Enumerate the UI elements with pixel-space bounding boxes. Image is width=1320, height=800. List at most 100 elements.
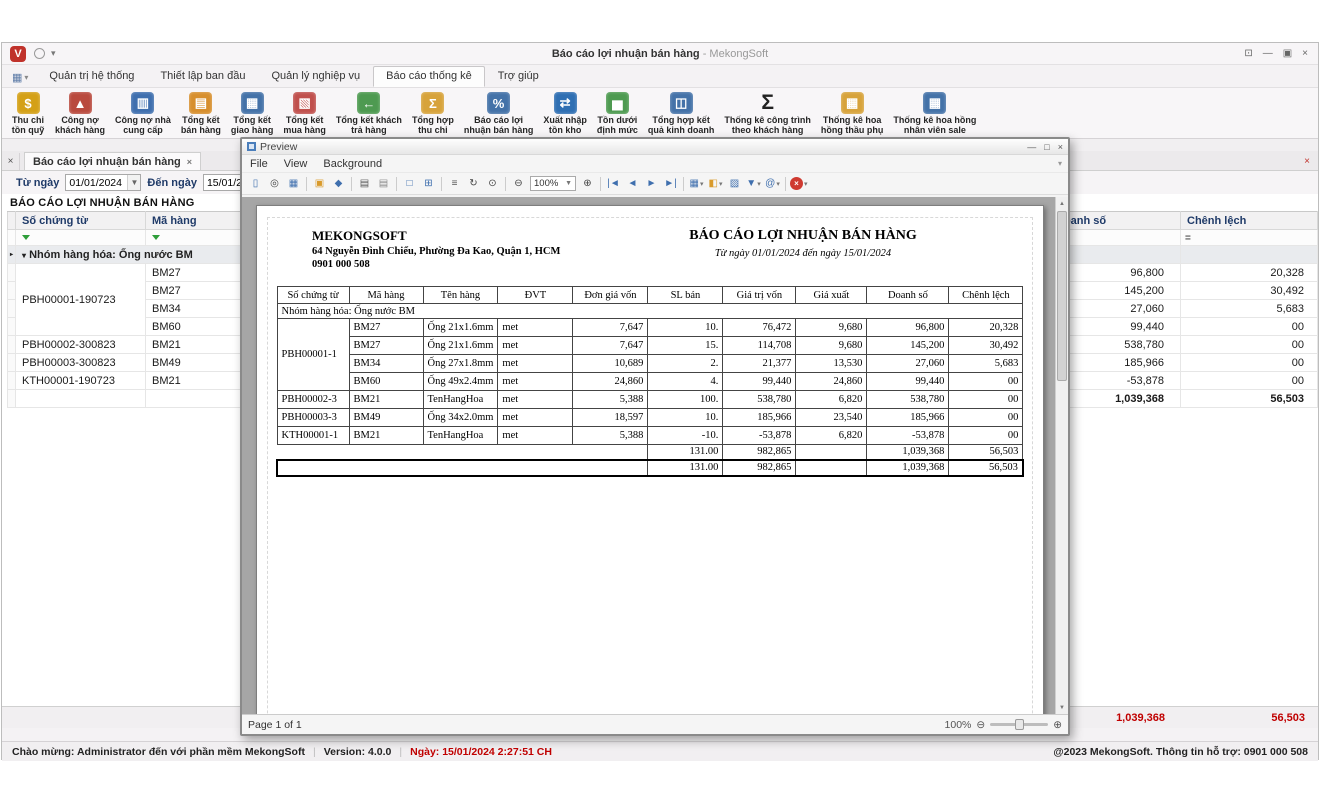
cell-so-chung-tu[interactable]: PBH00003-300823: [16, 354, 146, 372]
customize-button[interactable]: ▦: [285, 175, 302, 192]
tab-tro-giup[interactable]: Trợ giúp: [485, 66, 552, 87]
close-all-tabs-icon[interactable]: ×: [2, 153, 20, 170]
previous-page-button[interactable]: ◄: [624, 175, 641, 192]
table-row[interactable]: 96,80020,328: [1028, 264, 1318, 282]
filter-funnel-icon[interactable]: [22, 235, 30, 240]
income-expense-button[interactable]: ΣTổng hợp thu chi: [407, 91, 459, 137]
sales-summary-button[interactable]: ▤Tổng kết bán hàng: [176, 91, 226, 137]
page-setup-button[interactable]: □: [401, 175, 418, 192]
tab-quan-ly-nghiep-vu[interactable]: Quản lý nghiệp vụ: [258, 66, 373, 87]
cell-chenh-lech[interactable]: 00: [1181, 372, 1318, 390]
zoom-in-icon[interactable]: ⊕: [1053, 719, 1062, 731]
table-row[interactable]: PBH00003-300823BM49: [8, 354, 244, 372]
print-button[interactable]: ▤: [356, 175, 373, 192]
table-row[interactable]: KTH00001-190723BM21: [8, 372, 244, 390]
group-row[interactable]: [1028, 246, 1318, 264]
cell-chenh-lech[interactable]: 00: [1181, 354, 1318, 372]
from-date-input[interactable]: [66, 177, 127, 189]
cell-chenh-lech[interactable]: 00: [1181, 318, 1318, 336]
close-preview-button[interactable]: ×▾: [790, 175, 808, 192]
scale-button[interactable]: ⊞: [420, 175, 437, 192]
zoom-combo[interactable]: 100%▼: [530, 176, 576, 191]
delivery-summary-button[interactable]: ▦Tổng kết giao hàng: [226, 91, 279, 137]
table-row[interactable]: 145,20030,492: [1028, 282, 1318, 300]
cell-chenh-lech[interactable]: 20,328: [1181, 264, 1318, 282]
cell-ma-hang[interactable]: BM34: [146, 300, 244, 318]
watermark-button[interactable]: ▨: [726, 175, 743, 192]
close-tab-icon[interactable]: ×: [187, 157, 192, 167]
coins-button[interactable]: $Thu chi tồn quỹ: [6, 91, 50, 137]
group-row[interactable]: ▸▾ Nhóm hàng hóa: Ống nước BM: [8, 246, 244, 264]
zoom-slider[interactable]: [990, 723, 1048, 726]
zoom-in-button[interactable]: ⊕: [579, 175, 596, 192]
cell-ma-hang[interactable]: BM21: [146, 336, 244, 354]
table-row[interactable]: 27,0605,683: [1028, 300, 1318, 318]
search-button[interactable]: ◎: [266, 175, 283, 192]
profit-report-button[interactable]: %Báo cáo lợi nhuận bán hàng: [459, 91, 539, 137]
sigma-button[interactable]: ΣThống kê công trình theo khách hàng: [719, 91, 816, 137]
menu-file[interactable]: File: [242, 157, 276, 171]
cell-ma-hang[interactable]: BM27: [146, 282, 244, 300]
table-row[interactable]: 538,78000: [1028, 336, 1318, 354]
table-row[interactable]: -53,87800: [1028, 372, 1318, 390]
document-tab-active[interactable]: Báo cáo lợi nhuận bán hàng ×: [24, 152, 201, 170]
filter-equals-icon[interactable]: =: [1185, 233, 1191, 244]
zoom-out-icon[interactable]: ⊖: [976, 719, 985, 731]
business-result-button[interactable]: ◫Tổng hợp kết quả kinh doanh: [643, 91, 720, 137]
preview-close-button[interactable]: ×: [1058, 142, 1063, 152]
vertical-scrollbar[interactable]: ▲ ▼: [1055, 197, 1068, 714]
purchase-summary-button[interactable]: ▧Tổng kết mua hàng: [278, 91, 331, 137]
supplier-debt-button[interactable]: ▥Công nợ nhà cung cấp: [110, 91, 176, 137]
tab-bao-cao-thong-ke[interactable]: Báo cáo thống kê: [373, 66, 485, 87]
menu-view[interactable]: View: [276, 157, 316, 171]
scroll-down-icon[interactable]: ▼: [1056, 701, 1068, 714]
zoom-slider-thumb[interactable]: [1015, 719, 1024, 730]
table-row[interactable]: PBH00001-190723BM27: [8, 264, 244, 282]
col-ma-hang[interactable]: Mã hàng: [146, 212, 244, 230]
table-row[interactable]: 185,96600: [1028, 354, 1318, 372]
filter-funnel-icon[interactable]: [152, 235, 160, 240]
page-color-button[interactable]: ◧▾: [707, 175, 724, 192]
cell-so-chung-tu[interactable]: PBH00001-190723: [16, 264, 146, 336]
customer-return-button[interactable]: ←Tổng kết khách trả hàng: [331, 91, 407, 137]
preview-minimize-button[interactable]: —: [1027, 142, 1036, 152]
inventory-in-out-button[interactable]: ⇄Xuất nhập tồn kho: [538, 91, 592, 137]
from-date-picker[interactable]: ▼: [65, 174, 141, 191]
multiple-pages-button[interactable]: ▦▾: [688, 175, 705, 192]
next-page-button[interactable]: ►: [643, 175, 660, 192]
quick-print-button[interactable]: ▤: [375, 175, 392, 192]
magnifier-button[interactable]: ⊙: [484, 175, 501, 192]
cell-ma-hang[interactable]: BM49: [146, 354, 244, 372]
scroll-up-icon[interactable]: ▲: [1056, 197, 1068, 210]
customer-debt-button[interactable]: ▲Công nợ khách hàng: [50, 91, 110, 137]
tab-quan-tri-he-thong[interactable]: Quản trị hệ thống: [36, 66, 147, 87]
table-row[interactable]: 99,44000: [1028, 318, 1318, 336]
filter-cell[interactable]: =: [1181, 230, 1318, 246]
refresh-button[interactable]: ↻: [465, 175, 482, 192]
menu-background[interactable]: Background: [315, 157, 390, 171]
subcontractor-commission-button[interactable]: ▦Thống kê hoa hồng thầu phụ: [816, 91, 888, 137]
first-page-button[interactable]: |◄: [605, 175, 622, 192]
send-button[interactable]: @▾: [764, 175, 781, 192]
preview-title-bar[interactable]: Preview — □ ×: [242, 139, 1068, 155]
open-button[interactable]: ▣: [311, 175, 328, 192]
scrollbar-thumb[interactable]: [1057, 211, 1067, 381]
document-map-button[interactable]: ▯: [247, 175, 264, 192]
close-document-icon[interactable]: ×: [1296, 156, 1318, 170]
cell-chenh-lech[interactable]: 5,683: [1181, 300, 1318, 318]
app-menu-button[interactable]: ▦▾: [12, 71, 28, 84]
chevron-down-icon[interactable]: ▾: [1058, 159, 1068, 168]
cell-ma-hang[interactable]: BM27: [146, 264, 244, 282]
table-row[interactable]: PBH00002-300823BM21: [8, 336, 244, 354]
last-page-button[interactable]: ►|: [662, 175, 679, 192]
save-button[interactable]: ◆: [330, 175, 347, 192]
cell-ma-hang[interactable]: BM21: [146, 372, 244, 390]
cell-chenh-lech[interactable]: 00: [1181, 336, 1318, 354]
filter-cell[interactable]: [16, 230, 146, 246]
low-stock-button[interactable]: ▅Tồn dưới định mức: [592, 91, 643, 137]
cell-so-chung-tu[interactable]: PBH00002-300823: [16, 336, 146, 354]
col-chenh-lech[interactable]: Chênh lệch: [1181, 212, 1318, 230]
header-footer-button[interactable]: ≡: [446, 175, 463, 192]
chevron-down-icon[interactable]: ▼: [127, 175, 140, 190]
filter-cell[interactable]: [146, 230, 244, 246]
